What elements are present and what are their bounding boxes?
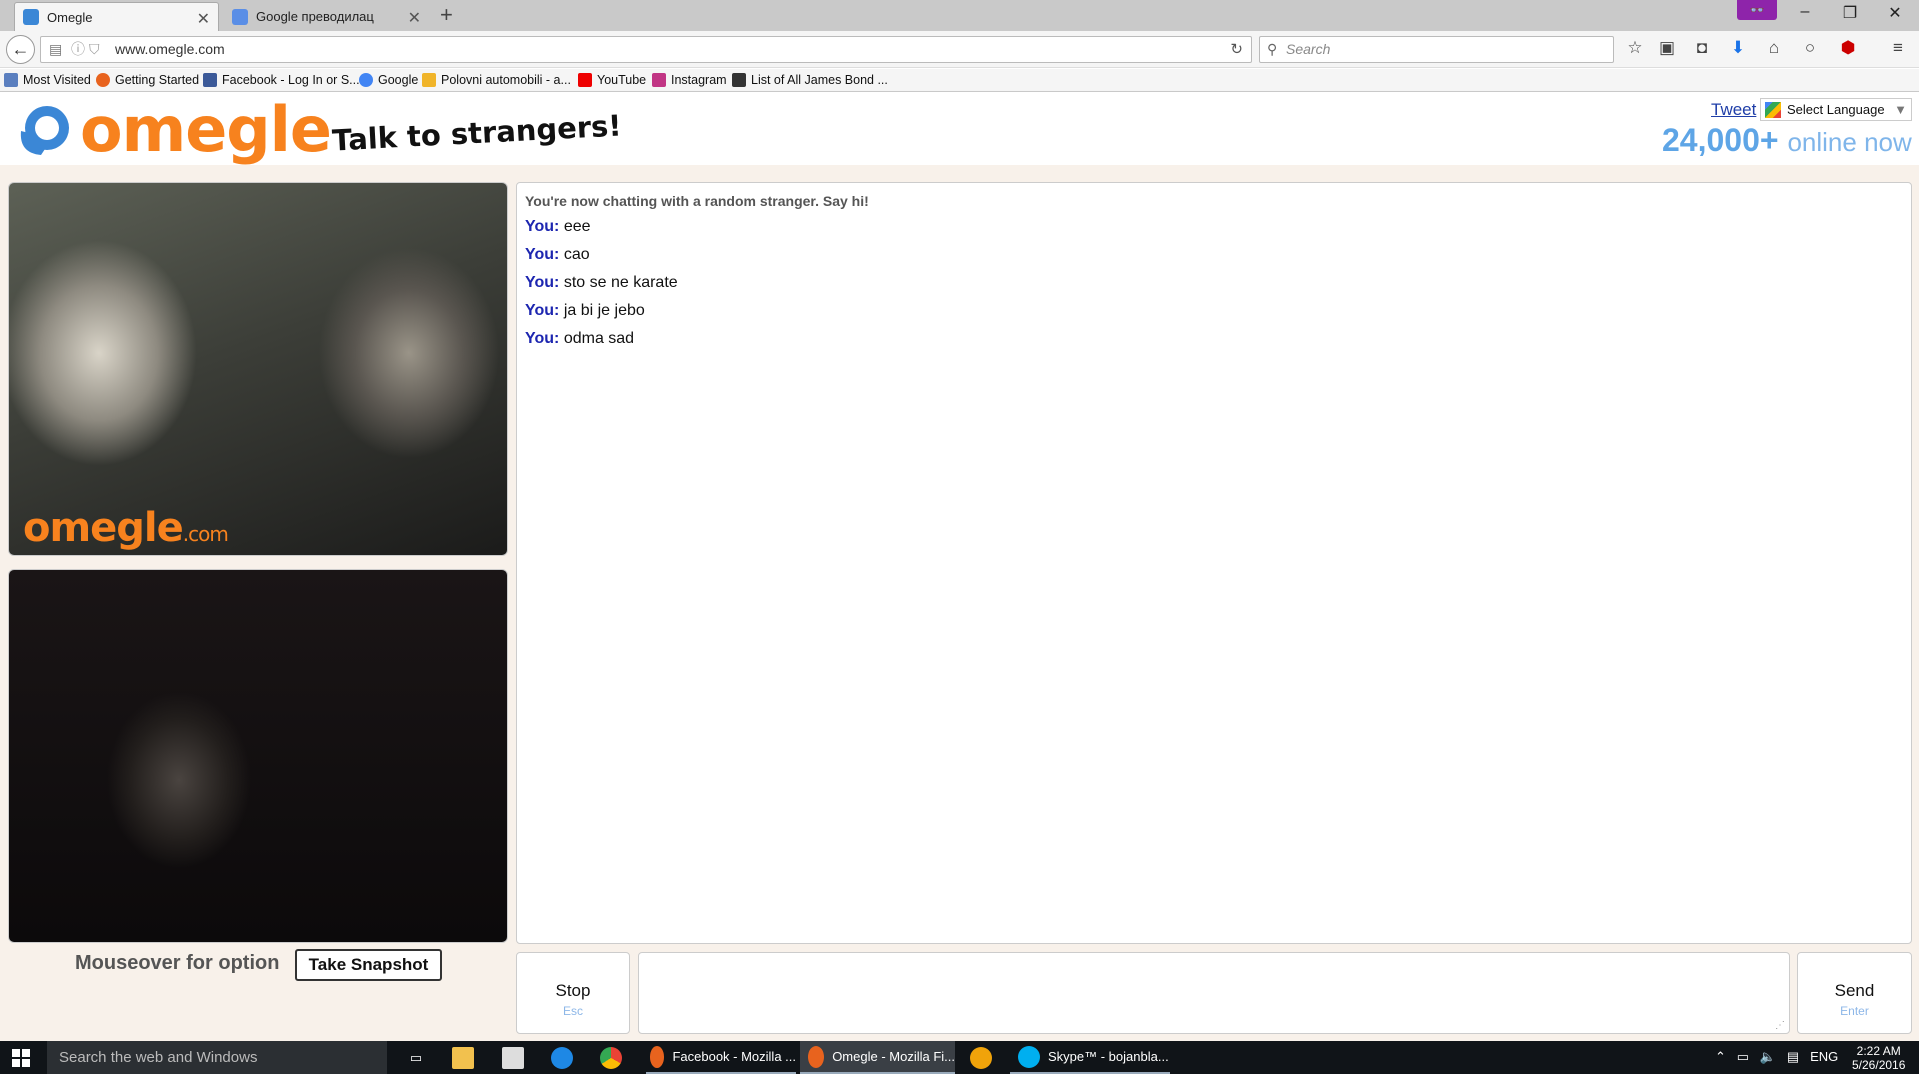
file-explorer-icon[interactable] (452, 1041, 482, 1074)
clock[interactable]: 2:22 AM 5/26/2016 (1852, 1044, 1905, 1072)
taskbar-app-omegle[interactable]: Omegle - Mozilla Fi... (800, 1041, 955, 1074)
taskbar-app-facebook[interactable]: Facebook - Mozilla ... (646, 1041, 796, 1074)
taskbar: Search the web and Windows ▭ Facebook - … (0, 1041, 1919, 1074)
folder-icon (4, 73, 18, 87)
language-select[interactable]: Select Language ▼ (1760, 98, 1912, 121)
url-bar[interactable]: ▤ ⓘ ⛉ www.omegle.com ↻ (40, 36, 1252, 63)
bookmark-most-visited[interactable]: Most Visited (4, 73, 91, 87)
bookmark-youtube[interactable]: YouTube (578, 73, 646, 87)
main-area: omegle.com Mouseover for options Take Sn… (0, 165, 1919, 1041)
tab-google-translate[interactable]: Google преводилац ✕ (224, 2, 429, 31)
bookmark-instagram[interactable]: Instagram (652, 73, 727, 87)
facebook-icon (203, 73, 217, 87)
private-mask-icon: 👓 (1737, 0, 1777, 20)
download-icon[interactable]: ⬇ (1726, 38, 1750, 58)
bookmark-getting-started[interactable]: Getting Started (96, 73, 199, 87)
self-video (8, 569, 508, 943)
close-tab-icon[interactable]: ✕ (197, 9, 210, 29)
chat-log: You're now chatting with a random strang… (516, 182, 1912, 944)
take-snapshot-button[interactable]: Take Snapshot (295, 949, 442, 981)
youtube-icon (578, 73, 592, 87)
bookmark-facebook[interactable]: Facebook - Log In or S... (203, 73, 360, 87)
chat-icon[interactable]: ○ (1798, 38, 1822, 58)
bookmark-star-icon[interactable]: ☆ (1623, 38, 1647, 58)
reload-icon[interactable]: ↻ (1230, 37, 1243, 62)
resize-grip-icon[interactable]: ⋰ (1775, 1020, 1785, 1031)
send-button[interactable]: Send Enter (1797, 952, 1912, 1034)
reading-list-icon[interactable]: ▣ (1655, 38, 1679, 58)
tab-omegle[interactable]: Omegle ✕ (14, 2, 219, 31)
search-input[interactable]: ⚲ Search (1259, 36, 1614, 63)
system-tray[interactable]: ⌃ ▭ 🔈 ▤ ENG (1715, 1049, 1838, 1065)
message-input[interactable]: ⋰ (638, 952, 1790, 1034)
omegle-logo-icon[interactable] (15, 101, 73, 159)
home-icon[interactable]: ⌂ (1762, 38, 1786, 58)
url-text[interactable]: www.omegle.com (115, 37, 225, 62)
omegle-watermark: omegle.com (23, 505, 229, 551)
omegle-favicon-icon (23, 9, 39, 25)
firefox-icon (650, 1045, 665, 1068)
chat-message: You: sto se ne karate (525, 274, 678, 291)
bookmarks-bar: Most Visited Getting Started Facebook - … (0, 69, 1919, 92)
chat-message: You: eee (525, 218, 591, 235)
tab-label: Omegle (47, 9, 93, 25)
back-button[interactable]: ← (6, 35, 35, 64)
menu-icon[interactable]: ≡ (1886, 38, 1910, 58)
vlc-icon[interactable] (970, 1041, 1000, 1074)
google-translate-icon (1765, 102, 1781, 118)
google-translate-favicon-icon (232, 8, 248, 25)
windows-start-icon[interactable] (12, 1049, 30, 1067)
mouseover-options-label[interactable]: Mouseover for options (75, 952, 280, 975)
omegle-header: omegle Talk to strangers! Tweet Select L… (0, 92, 1919, 167)
tweet-link[interactable]: Tweet (1711, 100, 1756, 120)
tagline: Talk to strangers! (331, 108, 623, 158)
taskbar-app-skype[interactable]: Skype™ - bojanbla... (1010, 1041, 1170, 1074)
network-icon[interactable]: ▭ (1737, 1049, 1749, 1064)
language-indicator[interactable]: ENG (1810, 1049, 1838, 1064)
close-tab-icon[interactable]: ✕ (408, 8, 421, 28)
adblock-icon[interactable]: ⬢ (1836, 38, 1860, 58)
tab-strip: Omegle ✕ Google преводилац ✕ + 👓 – ❐ ✕ (0, 0, 1919, 31)
stranger-video: omegle.com (8, 182, 508, 556)
firefox-icon (808, 1045, 825, 1068)
shield-icon[interactable]: ⛉ (89, 37, 100, 62)
chevron-up-icon[interactable]: ⌃ (1715, 1049, 1726, 1064)
page-icon: ▤ (49, 41, 63, 57)
skype-icon (1018, 1045, 1040, 1068)
chat-message: You: cao (525, 246, 590, 263)
bookmark-polovni[interactable]: Polovni automobili - a... (422, 73, 571, 87)
restore-button[interactable]: ❐ (1830, 3, 1870, 23)
store-icon[interactable] (502, 1041, 532, 1074)
edge-icon[interactable] (551, 1041, 581, 1074)
new-tab-button[interactable]: + (440, 2, 453, 28)
search-placeholder: Search (1286, 41, 1331, 57)
person-icon (732, 73, 746, 87)
chat-message: You: odma sad (525, 330, 635, 347)
tab-label: Google преводилац (256, 9, 374, 24)
chrome-icon[interactable] (600, 1041, 630, 1074)
window-close-button[interactable]: ✕ (1875, 3, 1915, 23)
firefox-icon (96, 73, 110, 87)
task-view-icon[interactable]: ▭ (404, 1041, 428, 1074)
car-icon (422, 73, 436, 87)
pocket-icon[interactable]: ◘ (1690, 38, 1714, 58)
google-icon (359, 73, 373, 87)
minimize-button[interactable]: – (1785, 3, 1825, 21)
omegle-logo-text[interactable]: omegle (80, 92, 332, 167)
info-icon[interactable]: ⓘ (71, 37, 85, 62)
search-icon: ⚲ (1267, 41, 1278, 57)
volume-icon[interactable]: 🔈 (1760, 1049, 1776, 1064)
chevron-down-icon: ▼ (1894, 102, 1907, 117)
instagram-icon (652, 73, 666, 87)
taskbar-search-input[interactable]: Search the web and Windows (47, 1041, 387, 1074)
bookmark-james-bond[interactable]: List of All James Bond ... (732, 73, 888, 87)
chat-status: You're now chatting with a random strang… (525, 193, 869, 209)
online-count: 24,000+ online now (1662, 122, 1912, 158)
notifications-icon[interactable]: ▤ (1787, 1049, 1799, 1064)
chat-message: You: ja bi je jebo (525, 302, 645, 319)
bookmark-google[interactable]: Google (359, 73, 418, 87)
stop-button[interactable]: Stop Esc (516, 952, 630, 1034)
